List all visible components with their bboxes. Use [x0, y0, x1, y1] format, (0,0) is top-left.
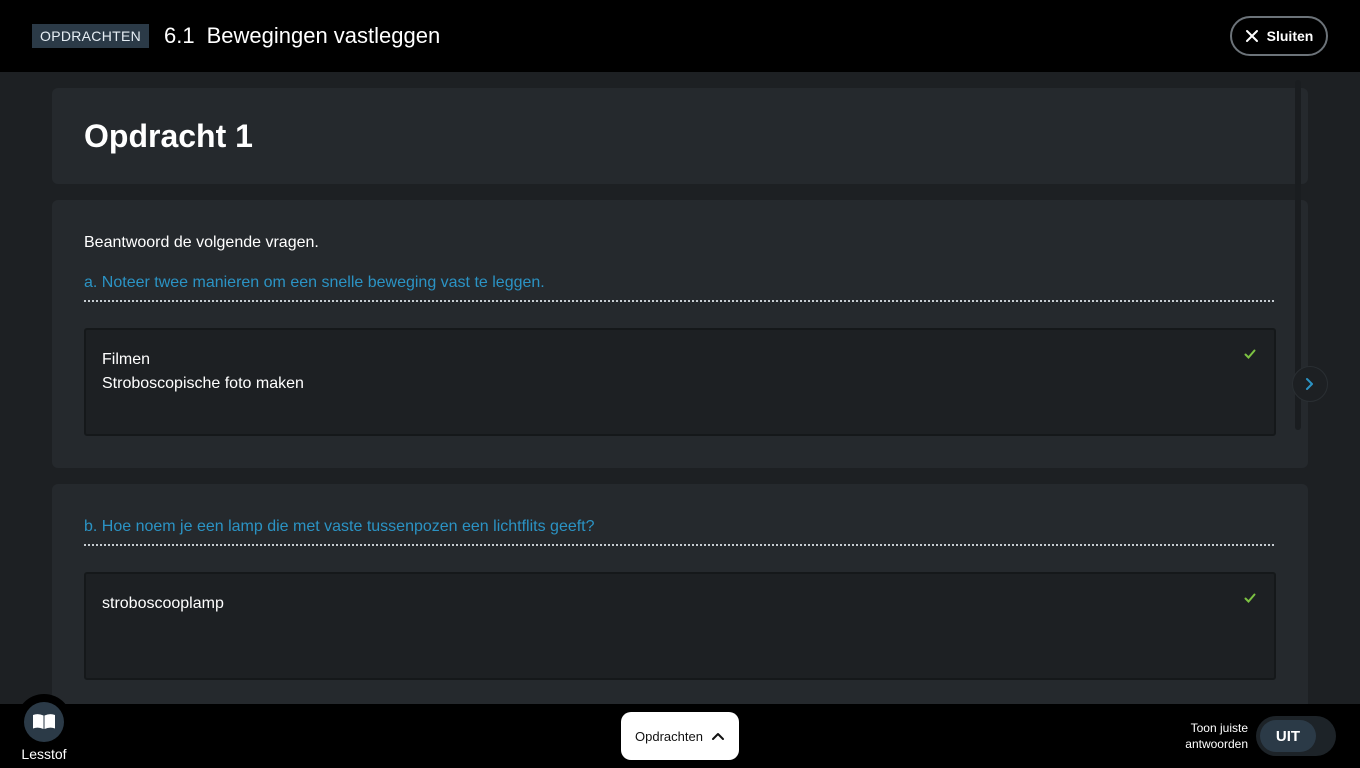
- answer-a-field[interactable]: Filmen Stroboscopische foto maken: [84, 328, 1276, 436]
- book-icon: [33, 714, 55, 729]
- toggle-knob: UIT: [1260, 720, 1316, 752]
- lesstof-button[interactable]: Lesstof: [16, 694, 72, 768]
- top-bar: OPDRACHTEN 6.1 Bewegingen vastleggen Slui…: [0, 0, 1360, 72]
- answer-a-line-2: Stroboscopische foto maken: [102, 375, 304, 392]
- section-number: 6.1: [164, 23, 195, 48]
- chevron-right-icon: [1306, 378, 1313, 390]
- check-icon: [1244, 349, 1256, 359]
- show-answers-label-line2: antwoorden: [1185, 737, 1248, 751]
- section-title: Bewegingen vastleggen: [206, 23, 441, 48]
- chevron-up-icon: [711, 733, 724, 740]
- question-card-a: Beantwoord de volgende vragen. a. Noteer…: [52, 200, 1308, 468]
- answer-b-line-1: stroboscooplamp: [102, 595, 224, 612]
- opdrachten-label: Opdrachten: [635, 728, 703, 744]
- section-tag: OPDRACHTEN: [32, 24, 150, 48]
- instruction-text: Beantwoord de volgende vragen.: [84, 234, 319, 251]
- close-label: Sluiten: [1266, 28, 1314, 44]
- lesstof-circle: [24, 702, 64, 742]
- question-a-text: a. Noteer twee manieren om een snelle be…: [84, 274, 1274, 302]
- check-icon: [1244, 593, 1256, 603]
- next-button[interactable]: [1292, 366, 1328, 402]
- page-title: 6.1 Bewegingen vastleggen: [164, 22, 440, 50]
- answer-b-field[interactable]: stroboscooplamp: [84, 572, 1276, 680]
- opdrachten-button[interactable]: Opdrachten: [621, 712, 739, 760]
- question-b-text: b. Hoe noem je een lamp die met vaste tu…: [84, 518, 1274, 546]
- assignment-title-card: Opdracht 1: [52, 88, 1308, 184]
- assignment-title: Opdracht 1: [84, 118, 253, 154]
- answer-a-line-1: Filmen: [102, 351, 151, 368]
- show-answers-toggle[interactable]: UIT: [1256, 716, 1336, 756]
- show-answers-label-line1: Toon juiste: [1190, 721, 1248, 735]
- question-card-b: b. Hoe noem je een lamp die met vaste tu…: [52, 484, 1308, 724]
- close-button[interactable]: Sluiten: [1230, 16, 1328, 56]
- close-icon: [1245, 30, 1258, 42]
- lesstof-label: Lesstof: [21, 746, 67, 762]
- show-answers-label: Toon juiste antwoorden: [1170, 720, 1248, 752]
